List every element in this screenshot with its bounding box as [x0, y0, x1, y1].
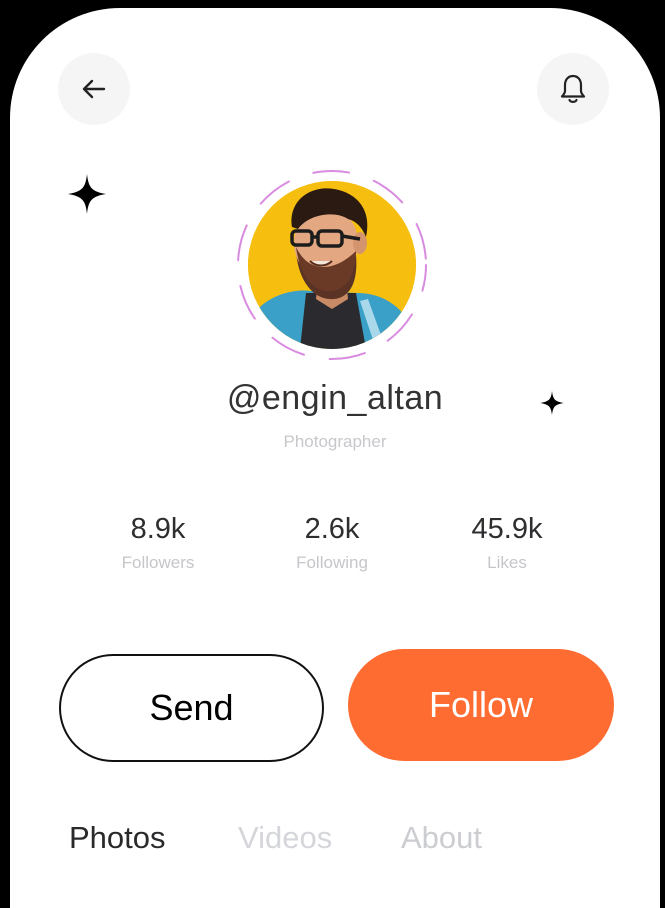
stat-label: Likes — [487, 553, 527, 572]
back-button[interactable] — [58, 53, 130, 125]
stat-following[interactable]: 2.6k Following — [252, 511, 412, 573]
profile-photo — [248, 181, 416, 349]
stat-followers[interactable]: 8.9k Followers — [78, 511, 238, 573]
username: @engin_altan — [226, 379, 444, 417]
profile-screen: @engin_altan Photographer 8.9k Followers… — [10, 8, 660, 908]
tab-photos[interactable]: Photos — [69, 820, 166, 856]
send-button[interactable]: Send — [59, 654, 324, 762]
notification-button[interactable] — [537, 53, 609, 125]
sparkle-icon — [68, 174, 106, 214]
avatar-container[interactable] — [235, 166, 430, 364]
bell-icon — [560, 74, 586, 103]
user-role: Photographer — [283, 432, 387, 451]
follow-button[interactable]: Follow — [348, 649, 614, 761]
stat-likes[interactable]: 45.9k Likes — [427, 511, 587, 573]
tab-about[interactable]: About — [401, 820, 482, 856]
stat-label: Followers — [121, 553, 195, 572]
tab-videos[interactable]: Videos — [238, 820, 332, 856]
stat-value: 8.9k — [130, 513, 186, 545]
stat-value: 2.6k — [304, 513, 360, 545]
stat-label: Following — [296, 553, 368, 572]
arrow-left-icon — [82, 79, 106, 99]
stat-value: 45.9k — [471, 513, 543, 545]
avatar — [248, 181, 416, 349]
